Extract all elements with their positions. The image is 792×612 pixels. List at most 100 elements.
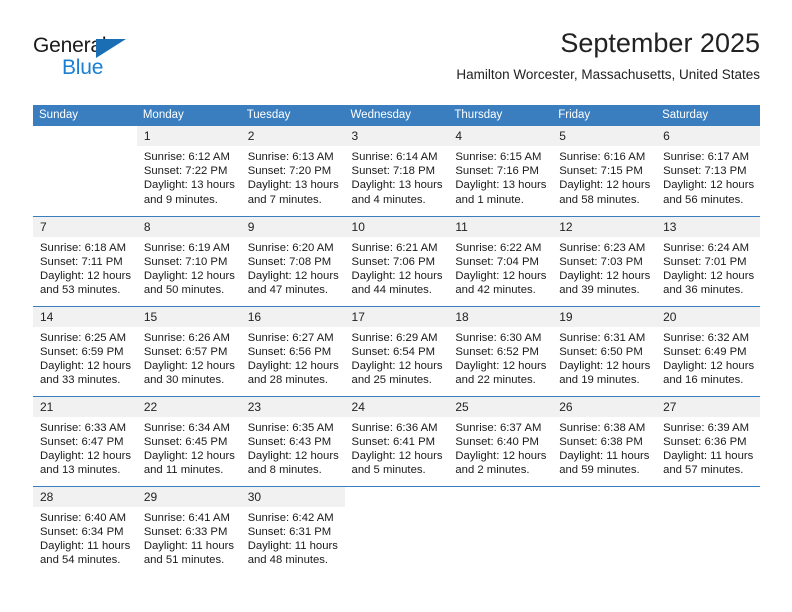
sunrise-text: Sunrise: 6:38 AM: [559, 421, 646, 434]
day-number: 6: [656, 126, 760, 146]
daylight-text: Daylight: 13 hours and 9 minutes.: [143, 179, 235, 206]
calendar-week-row: 21 Sunrise: 6:33 AM Sunset: 6:47 PM Dayligh…: [33, 395, 760, 486]
daylight-text: Daylight: 12 hours and 25 minutes.: [351, 359, 443, 387]
calendar-day-cell[interactable]: 23 Sunrise: 6:35 AM Sunset: 6:43 PM Dayligh…: [240, 395, 345, 486]
sunset-text: Sunset: 6:54 PM: [351, 345, 436, 358]
day-number: 19: [552, 306, 657, 327]
sunset-text: Sunset: 6:43 PM: [247, 435, 332, 448]
calendar-day-cell[interactable]: 12 Sunrise: 6:23 AM Sunset: 7:03 PM Dayligh…: [552, 215, 657, 306]
calendar-table: Sunday Monday Tuesday Wednesday Thursday…: [33, 105, 760, 576]
calendar-day-cell[interactable]: 11 Sunrise: 6:22 AM Sunset: 7:04 PM Dayligh…: [448, 215, 553, 306]
calendar-day-cell[interactable]: 1 Sunrise: 6:12 AM Sunset: 7:22 PM Daylight…: [136, 126, 241, 216]
calendar-day-cell[interactable]: 2 Sunrise: 6:13 AM Sunset: 7:20 PM Daylight…: [240, 126, 345, 216]
weekday-header-tuesday: Tuesday: [240, 105, 345, 126]
calendar-day-cell[interactable]: 5 Sunrise: 6:16 AM Sunset: 7:15 PM Daylight…: [552, 126, 657, 216]
sunset-text: Sunset: 7:08 PM: [247, 255, 332, 268]
day-details: Sunrise: 6:41 AM Sunset: 6:33 PM Daylight:…: [137, 507, 241, 568]
day-details: Sunrise: 6:20 AM Sunset: 7:08 PM Daylight:…: [241, 237, 345, 298]
sunrise-text: Sunrise: 6:27 AM: [247, 331, 334, 344]
sunset-text: Sunset: 6:38 PM: [559, 435, 643, 448]
day-details: Sunrise: 6:22 AM Sunset: 7:04 PM Daylight:…: [448, 237, 552, 298]
daylight-text: Daylight: 12 hours and 13 minutes.: [40, 449, 132, 477]
calendar-day-cell[interactable]: 9 Sunrise: 6:20 AM Sunset: 7:08 PM Daylight…: [240, 215, 345, 306]
sunrise-text: Sunrise: 6:19 AM: [143, 241, 230, 254]
weekday-header-sunday: Sunday: [33, 105, 137, 126]
calendar-day-cell[interactable]: 10 Sunrise: 6:21 AM Sunset: 7:06 PM Dayligh…: [344, 215, 449, 306]
day-number: 18: [448, 306, 553, 327]
calendar-day-cell[interactable]: 24 Sunrise: 6:36 AM Sunset: 6:41 PM Dayligh…: [344, 395, 449, 486]
sunset-text: Sunset: 6:45 PM: [143, 435, 228, 448]
sunrise-text: Sunrise: 6:22 AM: [455, 241, 542, 254]
day-number: 4: [448, 126, 553, 146]
calendar-day-cell[interactable]: 4 Sunrise: 6:15 AM Sunset: 7:16 PM Daylight…: [448, 126, 553, 216]
sunset-text: Sunset: 7:03 PM: [559, 255, 643, 268]
sunset-text: Sunset: 7:16 PM: [455, 165, 539, 178]
day-number: 7: [33, 216, 137, 237]
calendar-day-cell[interactable]: 27 Sunrise: 6:39 AM Sunset: 6:36 PM Dayligh…: [656, 395, 760, 486]
day-details: Sunrise: 6:25 AM Sunset: 6:59 PM Daylight:…: [33, 327, 137, 388]
daylight-text: Daylight: 12 hours and 33 minutes.: [40, 359, 132, 387]
calendar-day-cell[interactable]: 15 Sunrise: 6:26 AM Sunset: 6:57 PM Dayligh…: [136, 305, 241, 396]
daylight-text: Daylight: 12 hours and 16 minutes.: [663, 359, 755, 387]
sunset-text: Sunset: 6:59 PM: [40, 345, 124, 358]
calendar-day-cell[interactable]: 20 Sunrise: 6:32 AM Sunset: 6:49 PM Dayligh…: [656, 305, 760, 396]
sunrise-text: Sunrise: 6:16 AM: [559, 151, 646, 163]
day-number: 29: [136, 486, 241, 507]
calendar-day-cell[interactable]: 30 Sunrise: 6:42 AM Sunset: 6:31 PM Dayligh…: [240, 485, 345, 576]
sunset-text: Sunset: 6:36 PM: [663, 435, 747, 448]
calendar-day-cell[interactable]: 3 Sunrise: 6:14 AM Sunset: 7:18 PM Daylight…: [344, 126, 449, 216]
calendar-day-cell[interactable]: 7 Sunrise: 6:18 AM Sunset: 7:11 PM Daylight…: [33, 215, 137, 306]
calendar-day-cell[interactable]: 8 Sunrise: 6:19 AM Sunset: 7:10 PM Daylight…: [136, 215, 241, 306]
daylight-text: Daylight: 12 hours and 47 minutes.: [247, 269, 339, 297]
day-number: 28: [33, 486, 137, 507]
day-details: Sunrise: 6:32 AM Sunset: 6:49 PM Daylight:…: [656, 327, 760, 388]
calendar-week-row: 1 Sunrise: 6:12 AM Sunset: 7:22 PM Daylight…: [33, 126, 760, 216]
sunrise-text: Sunrise: 6:14 AM: [351, 151, 438, 163]
daylight-text: Daylight: 12 hours and 53 minutes.: [40, 269, 132, 297]
sunset-text: Sunset: 6:47 PM: [40, 435, 124, 448]
calendar-day-cell[interactable]: 17 Sunrise: 6:29 AM Sunset: 6:54 PM Dayligh…: [344, 305, 449, 396]
day-number: 24: [344, 396, 449, 417]
sunrise-text: Sunrise: 6:24 AM: [663, 241, 750, 254]
day-details: Sunrise: 6:30 AM Sunset: 6:52 PM Daylight:…: [448, 327, 552, 388]
weekday-header-monday: Monday: [136, 105, 241, 126]
day-details: Sunrise: 6:36 AM Sunset: 6:41 PM Daylight:…: [345, 417, 449, 478]
calendar-day-cell[interactable]: 19 Sunrise: 6:31 AM Sunset: 6:50 PM Dayligh…: [552, 305, 657, 396]
page-subtitle: Hamilton Worcester, Massachusetts, Unite…: [456, 67, 760, 82]
sunrise-text: Sunrise: 6:42 AM: [247, 511, 334, 524]
calendar-day-cell[interactable]: 22 Sunrise: 6:34 AM Sunset: 6:45 PM Dayligh…: [136, 395, 241, 486]
day-number: [33, 126, 137, 146]
calendar-day-cell[interactable]: 28 Sunrise: 6:40 AM Sunset: 6:34 PM Dayligh…: [33, 485, 137, 576]
daylight-text: Daylight: 12 hours and 50 minutes.: [143, 269, 235, 297]
daylight-text: Daylight: 12 hours and 44 minutes.: [351, 269, 443, 297]
calendar-day-cell[interactable]: 26 Sunrise: 6:38 AM Sunset: 6:38 PM Dayligh…: [552, 395, 657, 486]
day-details: Sunrise: 6:15 AM Sunset: 7:16 PM Daylight:…: [448, 146, 552, 207]
sunrise-text: Sunrise: 6:35 AM: [247, 421, 334, 434]
day-details: Sunrise: 6:29 AM Sunset: 6:54 PM Daylight:…: [345, 327, 449, 388]
day-details: Sunrise: 6:34 AM Sunset: 6:45 PM Daylight:…: [137, 417, 241, 478]
sunset-text: Sunset: 6:34 PM: [40, 525, 124, 538]
calendar-day-cell[interactable]: 25 Sunrise: 6:37 AM Sunset: 6:40 PM Dayligh…: [448, 395, 553, 486]
sunrise-text: Sunrise: 6:23 AM: [559, 241, 646, 254]
calendar-day-cell[interactable]: 29 Sunrise: 6:41 AM Sunset: 6:33 PM Dayligh…: [136, 485, 241, 576]
sunrise-text: Sunrise: 6:40 AM: [40, 511, 127, 524]
calendar-day-cell[interactable]: 14 Sunrise: 6:25 AM Sunset: 6:59 PM Dayligh…: [33, 305, 137, 396]
day-details: Sunrise: 6:18 AM Sunset: 7:11 PM Daylight:…: [33, 237, 137, 298]
day-number: 11: [448, 216, 553, 237]
calendar-day-cell[interactable]: 13 Sunrise: 6:24 AM Sunset: 7:01 PM Dayligh…: [656, 215, 760, 306]
daylight-text: Daylight: 12 hours and 19 minutes.: [559, 359, 651, 387]
sunrise-text: Sunrise: 6:33 AM: [40, 421, 127, 434]
day-number: 16: [240, 306, 345, 327]
sunrise-text: Sunrise: 6:20 AM: [247, 241, 334, 254]
day-details: Sunrise: 6:19 AM Sunset: 7:10 PM Daylight:…: [137, 237, 241, 298]
day-number: 25: [448, 396, 553, 417]
calendar-day-cell[interactable]: 21 Sunrise: 6:33 AM Sunset: 6:47 PM Dayligh…: [33, 395, 137, 486]
general-blue-logo[interactable]: General Blue: [33, 34, 233, 90]
day-details: Sunrise: 6:26 AM Sunset: 6:57 PM Daylight:…: [137, 327, 241, 388]
calendar-day-cell[interactable]: 16 Sunrise: 6:27 AM Sunset: 6:56 PM Dayligh…: [240, 305, 345, 396]
daylight-text: Daylight: 11 hours and 48 minutes.: [247, 539, 338, 567]
daylight-text: Daylight: 13 hours and 4 minutes.: [351, 179, 443, 206]
day-number: 13: [656, 216, 760, 237]
calendar-day-cell[interactable]: 18 Sunrise: 6:30 AM Sunset: 6:52 PM Dayligh…: [448, 305, 553, 396]
calendar-day-cell[interactable]: 6 Sunrise: 6:17 AM Sunset: 7:13 PM Daylight…: [656, 126, 760, 216]
